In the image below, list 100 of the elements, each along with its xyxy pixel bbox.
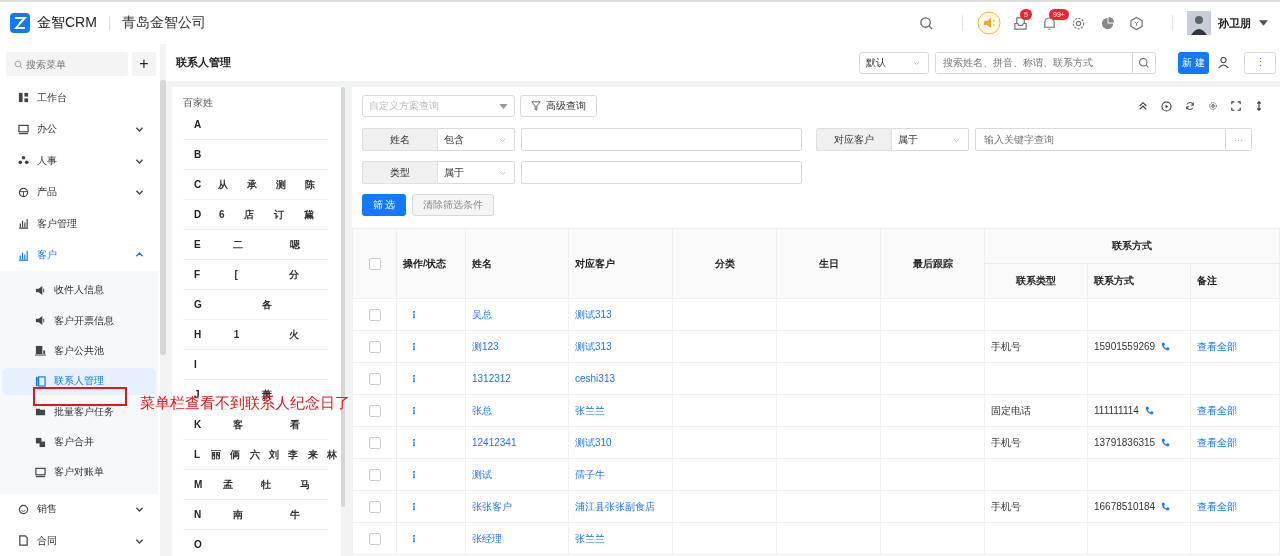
surname-link[interactable]: 二 xyxy=(232,239,243,250)
submenu-item[interactable]: 收件人信息 xyxy=(2,276,108,304)
submenu-item[interactable]: 客户对账单 xyxy=(2,458,108,486)
view-all-link[interactable]: 查看全部 xyxy=(1197,404,1237,416)
surname-link[interactable]: 6 xyxy=(218,209,225,220)
surname-link[interactable]: 牡 xyxy=(261,479,272,490)
pie-chart-icon[interactable] xyxy=(1100,15,1115,31)
row-checkbox[interactable] xyxy=(368,404,381,417)
row-checkbox[interactable] xyxy=(368,340,381,353)
submenu-item[interactable]: 客户公共池 xyxy=(2,337,108,365)
surname-link[interactable]: 看 xyxy=(290,419,301,430)
view-select[interactable]: 默认 xyxy=(859,51,929,74)
surname-link[interactable]: 陈 xyxy=(304,179,315,190)
row-checkbox[interactable] xyxy=(368,468,381,481)
row-actions-button[interactable]: ⋮ xyxy=(403,501,419,512)
surname-link[interactable]: 俩 xyxy=(230,449,241,460)
index-letter[interactable]: O xyxy=(183,539,209,550)
advanced-search-button[interactable]: 高级查询 xyxy=(520,95,597,117)
select-all-checkbox[interactable] xyxy=(368,257,381,270)
hexagon-icon[interactable] xyxy=(1129,15,1144,31)
filter-value-field[interactable] xyxy=(521,128,802,151)
surname-link[interactable]: 马 xyxy=(299,479,310,490)
operator-select[interactable]: 属于 xyxy=(892,128,969,151)
row-actions-button[interactable]: ⋮ xyxy=(403,373,419,384)
row-actions-button[interactable]: ⋮ xyxy=(403,533,419,544)
avatar-icon[interactable] xyxy=(1187,11,1211,35)
surname-link[interactable]: 承 xyxy=(247,179,258,190)
view-all-link[interactable]: 查看全部 xyxy=(1197,340,1237,352)
operator-select[interactable]: 包含 xyxy=(438,128,515,151)
index-letter[interactable]: I xyxy=(183,359,209,370)
surname-link[interactable]: 李 xyxy=(288,449,299,460)
view-all-link[interactable]: 查看全部 xyxy=(1197,500,1237,512)
row-checkbox[interactable] xyxy=(368,372,381,385)
customer-link[interactable]: 测试313 xyxy=(575,340,612,352)
contact-link[interactable]: 测试 xyxy=(472,468,492,480)
customer-link[interactable]: 张兰兰 xyxy=(575,404,605,416)
menu-item[interactable]: 合同 xyxy=(0,525,158,556)
settings-icon[interactable] xyxy=(1208,101,1218,111)
contact-link[interactable]: 张总 xyxy=(472,404,492,416)
surname-link[interactable]: 分 xyxy=(288,269,299,280)
submenu-item[interactable]: 批量客户任务 xyxy=(2,398,118,426)
menu-item[interactable]: 销售 xyxy=(0,493,158,526)
phone-icon[interactable] xyxy=(1161,342,1171,351)
settings-icon[interactable] xyxy=(1071,15,1086,31)
index-letter[interactable]: E xyxy=(183,239,209,250)
index-letter[interactable]: K xyxy=(183,419,209,430)
row-checkbox[interactable] xyxy=(368,308,381,321)
surname-link[interactable]: 1 xyxy=(233,329,240,340)
phone-icon[interactable] xyxy=(1144,406,1154,415)
new-button[interactable]: 新 建 xyxy=(1178,51,1209,74)
add-button[interactable]: + xyxy=(132,52,156,76)
index-letter[interactable]: F xyxy=(183,269,209,280)
contact-link[interactable]: 测123 xyxy=(472,340,499,352)
person-icon[interactable] xyxy=(1217,56,1230,69)
row-actions-button[interactable]: ⋮ xyxy=(403,469,419,480)
row-height-icon[interactable] xyxy=(1254,101,1264,111)
surname-link[interactable]: 六 xyxy=(249,449,260,460)
bell-icon[interactable] xyxy=(1042,15,1057,31)
phone-icon[interactable] xyxy=(1161,502,1171,511)
surname-link[interactable]: 黛 xyxy=(304,209,315,220)
row-actions-button[interactable]: ⋮ xyxy=(403,309,419,320)
row-checkbox[interactable] xyxy=(368,500,381,513)
index-letter[interactable]: G xyxy=(183,299,209,310)
index-letter[interactable]: L xyxy=(183,449,209,460)
customer-link[interactable]: ceshi313 xyxy=(575,373,616,384)
row-actions-button[interactable]: ⋮ xyxy=(403,341,419,352)
submenu-item[interactable]: 客户开票信息 xyxy=(2,307,118,335)
filter-value-field[interactable] xyxy=(521,161,802,184)
row-actions-button[interactable]: ⋮ xyxy=(403,405,419,416)
row-checkbox[interactable] xyxy=(368,436,381,449)
menu-search-field[interactable]: 搜索菜单 xyxy=(6,52,128,76)
menu-item[interactable]: 产品 xyxy=(0,176,158,208)
index-letter[interactable]: A xyxy=(183,119,209,130)
surname-link[interactable]: 客 xyxy=(232,419,243,430)
surname-link[interactable]: 店 xyxy=(244,209,255,220)
customer-link[interactable]: 孺子牛 xyxy=(575,468,605,480)
customer-link[interactable]: 测试310 xyxy=(575,436,612,448)
row-checkbox[interactable] xyxy=(368,532,381,545)
customer-link[interactable]: 浦江县张张副食店 xyxy=(575,500,655,512)
index-letter[interactable]: B xyxy=(183,149,209,160)
surname-link[interactable]: 嗯 xyxy=(290,239,301,250)
index-letter[interactable]: M xyxy=(183,479,209,490)
surname-link[interactable]: 丽 xyxy=(211,449,221,460)
contact-link[interactable]: 12412341 xyxy=(472,437,517,448)
filter-button[interactable]: 筛 选 xyxy=(362,194,406,216)
surname-link[interactable]: [ xyxy=(234,269,238,280)
phone-icon[interactable] xyxy=(1161,438,1171,447)
inbox-icon[interactable] xyxy=(1013,15,1028,31)
contact-link[interactable]: 张张客户 xyxy=(472,500,512,512)
surname-link[interactable]: 南 xyxy=(232,509,243,520)
play-icon[interactable] xyxy=(1161,100,1172,112)
contact-link[interactable]: 张经理 xyxy=(472,532,502,544)
index-letter[interactable]: C xyxy=(183,179,209,190)
menu-item[interactable]: 办公 xyxy=(0,113,158,145)
index-letter[interactable]: H xyxy=(183,329,209,340)
contact-link[interactable]: 1312312 xyxy=(472,373,511,384)
surname-link[interactable]: 孟 xyxy=(223,479,234,490)
search-icon[interactable] xyxy=(1138,56,1150,69)
surname-link[interactable]: 来 xyxy=(307,449,318,460)
refresh-icon[interactable] xyxy=(1185,101,1195,111)
